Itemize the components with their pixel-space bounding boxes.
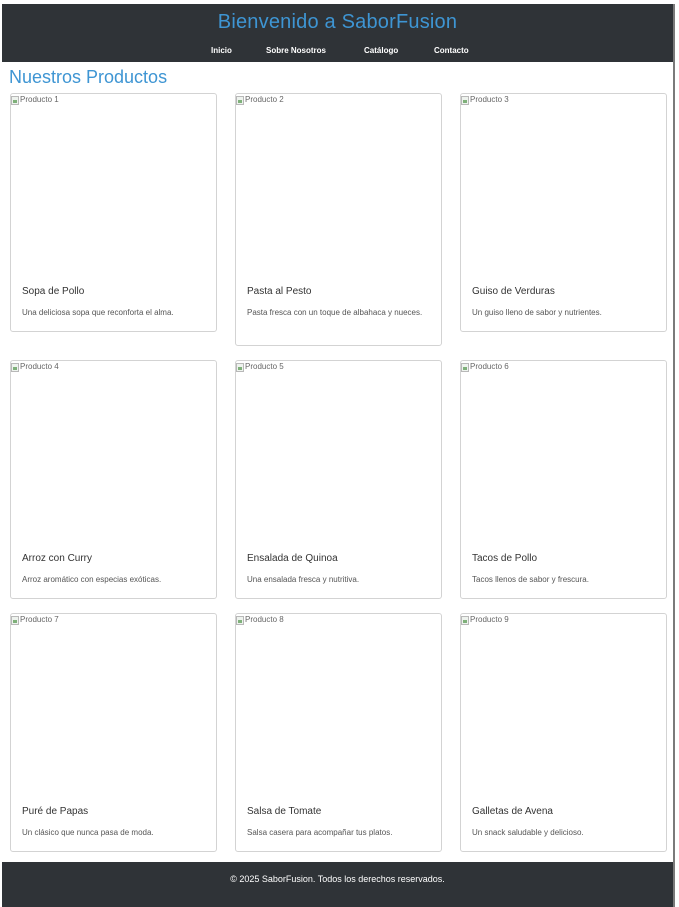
product-description: Un clásico que nunca pasa de moda. [22, 828, 154, 837]
nav-link-catalogo[interactable]: Catálogo [364, 45, 398, 57]
product-card: Producto 9 Galletas de Avena Un snack sa… [460, 613, 667, 852]
product-description: Una ensalada fresca y nutritiva. [247, 575, 360, 584]
product-description: Arroz aromático con especias exóticas. [22, 575, 162, 584]
product-name: Guiso de Verduras [472, 286, 555, 297]
site-title: Bienvenido a SaborFusion [217, 11, 458, 33]
product-image: Producto 6 [461, 361, 509, 373]
product-image: Producto 7 [11, 614, 59, 626]
product-description: Un snack saludable y delicioso. [472, 828, 584, 837]
product-image: Producto 1 [11, 94, 59, 106]
broken-image-icon [461, 615, 469, 625]
product-description: Salsa casera para acompañar tus platos. [247, 828, 393, 837]
product-card: Producto 4 Arroz con Curry Arroz aromáti… [10, 360, 217, 599]
product-name: Tacos de Pollo [472, 553, 538, 564]
product-description: Pasta fresca con un toque de albahaca y … [247, 308, 423, 317]
product-image: Producto 2 [236, 94, 284, 106]
product-image: Producto 9 [461, 614, 509, 626]
product-name: Salsa de Tomate [247, 806, 322, 817]
product-card: Producto 8 Salsa de Tomate Salsa casera … [235, 613, 442, 852]
product-card: Producto 7 Puré de Papas Un clásico que … [10, 613, 217, 852]
main-nav: Inicio Sobre Nosotros Catálogo Contacto [2, 45, 673, 57]
product-card: Producto 1 Sopa de Pollo Una deliciosa s… [10, 93, 217, 332]
product-description: Tacos llenos de sabor y frescura. [472, 575, 589, 584]
product-card: Producto 6 Tacos de Pollo Tacos llenos d… [460, 360, 667, 599]
nav-link-inicio[interactable]: Inicio [211, 45, 232, 57]
footer-copyright: © 2025 SaborFusion. Todos los derechos r… [230, 874, 445, 884]
broken-image-icon [236, 95, 244, 105]
broken-image-icon [236, 615, 244, 625]
product-image: Producto 3 [461, 94, 509, 106]
product-card: Producto 2 Pasta al Pesto Pasta fresca c… [235, 93, 442, 346]
product-description: Un guiso lleno de sabor y nutrientes. [472, 308, 602, 317]
site-footer: © 2025 SaborFusion. Todos los derechos r… [2, 862, 673, 907]
product-name: Galletas de Avena [472, 806, 553, 817]
page: Bienvenido a SaborFusion Inicio Sobre No… [2, 4, 675, 907]
broken-image-icon [11, 615, 19, 625]
broken-image-icon [11, 95, 19, 105]
broken-image-icon [461, 95, 469, 105]
product-name: Puré de Papas [22, 806, 89, 817]
section-title: Nuestros Productos [9, 67, 168, 87]
site-header: Bienvenido a SaborFusion Inicio Sobre No… [2, 4, 673, 62]
product-image: Producto 8 [236, 614, 284, 626]
product-name: Sopa de Pollo [22, 286, 85, 297]
product-image: Producto 5 [236, 361, 284, 373]
broken-image-icon [236, 362, 244, 372]
product-name: Pasta al Pesto [247, 286, 312, 297]
nav-link-sobre-nosotros[interactable]: Sobre Nosotros [266, 45, 326, 57]
product-name: Arroz con Curry [22, 553, 93, 564]
product-image: Producto 4 [11, 361, 59, 373]
product-name: Ensalada de Quinoa [247, 553, 338, 564]
broken-image-icon [11, 362, 19, 372]
nav-link-contacto[interactable]: Contacto [434, 45, 469, 57]
broken-image-icon [461, 362, 469, 372]
product-card: Producto 5 Ensalada de Quinoa Una ensala… [235, 360, 442, 599]
product-card: Producto 3 Guiso de Verduras Un guiso ll… [460, 93, 667, 332]
product-description: Una deliciosa sopa que reconforta el alm… [22, 308, 174, 317]
